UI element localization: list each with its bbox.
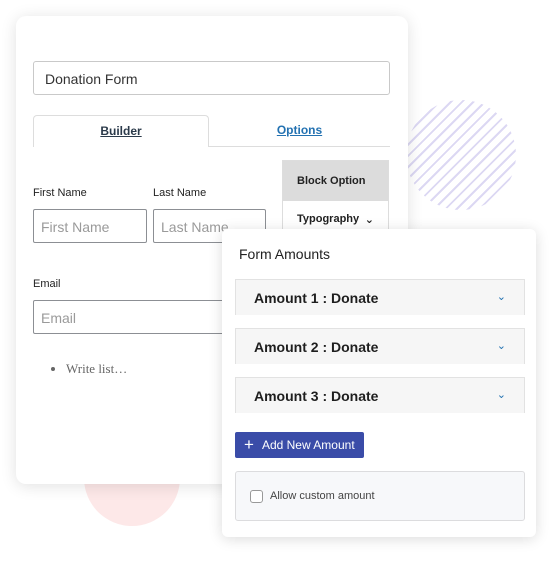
tab-options[interactable]: Options [209,115,390,147]
list-item[interactable]: Write list… [66,361,127,377]
first-name-label: First Name [33,187,87,199]
block-settings-panel: Block Option Typography ⌄ [282,160,389,241]
custom-amount-box: Allow custom amount [235,471,525,521]
plus-icon: + [244,435,254,454]
chevron-down-icon: ⌄ [496,291,506,303]
email-input[interactable]: Email [33,300,253,334]
list-block[interactable]: Write list… [50,361,127,377]
typography-label: Typography [297,213,360,225]
block-option-tab[interactable]: Block Option [283,161,388,201]
first-name-input[interactable]: First Name [33,209,147,243]
tab-builder[interactable]: Builder [33,115,209,147]
amount-item[interactable]: Amount 2 : Donate ⌄ [235,328,525,364]
amount-item[interactable]: Amount 3 : Donate ⌄ [235,377,525,413]
email-label: Email [33,278,61,290]
form-amounts-title: Form Amounts [239,246,331,262]
add-button-label: Add New Amount [261,438,355,452]
allow-custom-amount-checkbox[interactable] [250,489,263,503]
amount-label: Amount 3 : Donate [254,388,379,404]
allow-custom-amount-label[interactable]: Allow custom amount [270,490,375,502]
chevron-down-icon: ⌄ [496,389,506,401]
form-amounts-card: Form Amounts Amount 1 : Donate ⌄ Amount 2… [222,229,536,537]
chevron-down-icon: ⌄ [364,214,374,226]
decorative-striped-circle [406,100,516,210]
last-name-label: Last Name [153,187,207,199]
amount-label: Amount 1 : Donate [254,290,379,306]
amount-item[interactable]: Amount 1 : Donate ⌄ [235,279,525,315]
add-new-amount-button[interactable]: + Add New Amount [235,432,364,458]
chevron-down-icon: ⌄ [496,340,506,352]
amount-label: Amount 2 : Donate [254,339,379,355]
form-title-input[interactable]: Donation Form [33,61,390,95]
